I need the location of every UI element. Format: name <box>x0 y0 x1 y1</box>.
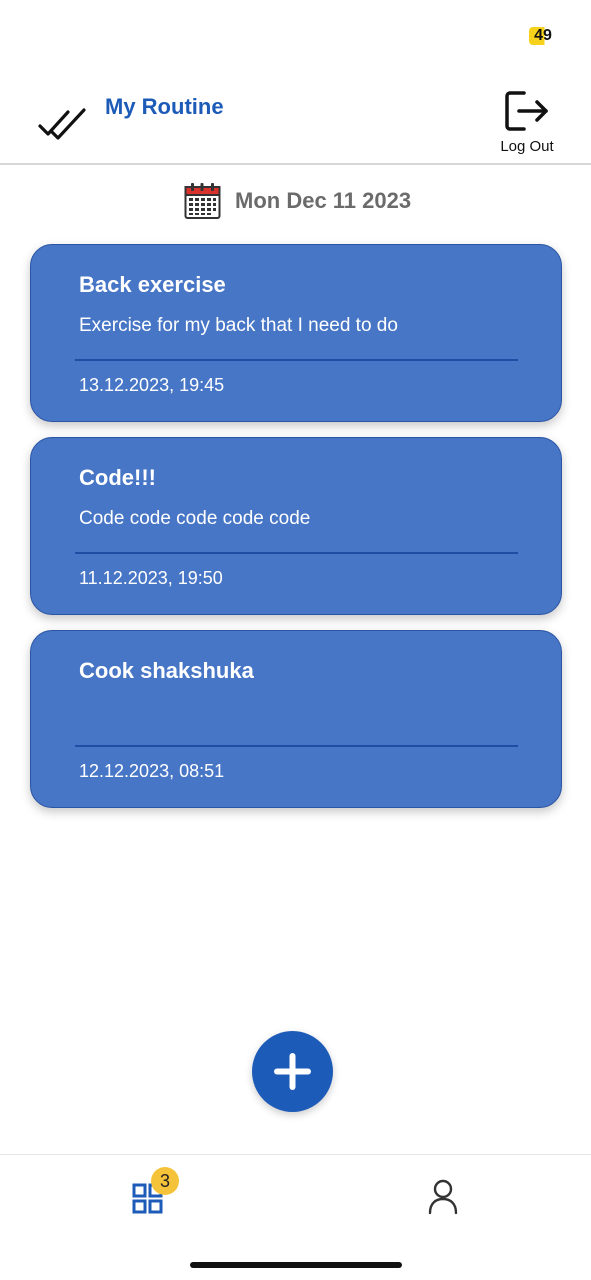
task-divider <box>75 745 518 747</box>
task-card[interactable]: Code!!! Code code code code code 11.12.2… <box>30 437 562 615</box>
task-divider <box>75 552 518 554</box>
calendar-icon <box>184 183 221 219</box>
battery-indicator: 49 <box>529 27 557 45</box>
app-title: My Routine <box>105 94 224 119</box>
home-indicator <box>190 1262 402 1268</box>
task-datetime: 11.12.2023, 19:50 <box>79 568 223 588</box>
bottom-navigation: 3 <box>0 1154 591 1280</box>
user-icon[interactable] <box>428 1179 458 1215</box>
task-datetime: 12.12.2023, 08:51 <box>79 761 225 781</box>
status-bar: 49 <box>0 0 591 70</box>
task-title: Cook shakshuka <box>79 658 254 683</box>
logout-label: Log Out <box>500 138 554 155</box>
task-card[interactable]: Back exercise Exercise for my back that … <box>30 244 562 422</box>
tasks-count-badge: 3 <box>151 1167 179 1195</box>
plus-icon <box>274 1053 311 1090</box>
add-task-button[interactable] <box>252 1031 333 1112</box>
task-divider <box>75 359 518 361</box>
logout-icon <box>505 91 548 131</box>
double-check-icon <box>38 108 86 140</box>
logout-button[interactable]: Log Out <box>495 90 559 156</box>
task-card[interactable]: Cook shakshuka 12.12.2023, 08:51 <box>30 630 562 808</box>
current-date: Mon Dec 11 2023 <box>235 188 412 213</box>
app-header: My Routine Log Out <box>0 70 591 165</box>
task-datetime: 13.12.2023, 19:45 <box>79 375 225 395</box>
task-description: Code code code code code <box>79 508 311 529</box>
task-title: Code!!! <box>79 465 156 490</box>
task-title: Back exercise <box>79 272 226 297</box>
task-list: Back exercise Exercise for my back that … <box>30 244 562 823</box>
task-description: Exercise for my back that I need to do <box>79 315 398 336</box>
date-bar: Mon Dec 11 2023 <box>0 180 591 222</box>
